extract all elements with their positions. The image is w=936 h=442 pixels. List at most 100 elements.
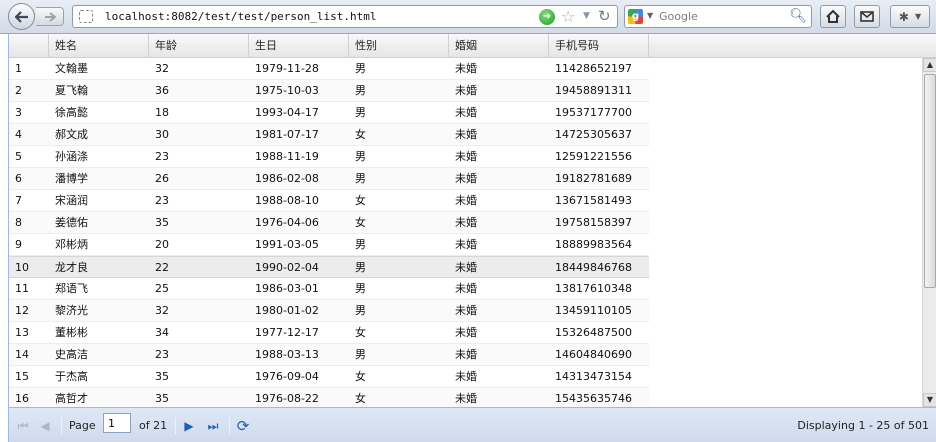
back-button[interactable] <box>8 3 35 30</box>
scroll-thumb[interactable] <box>924 74 936 288</box>
reload-icon[interactable]: ↻ <box>598 7 611 25</box>
gender-cell: 女 <box>355 370 366 383</box>
row-number-cell: 13 <box>15 326 29 339</box>
birthday-cell: 1976-08-22 <box>255 392 319 405</box>
vertical-scrollbar[interactable]: ▲ ▼ <box>922 58 936 407</box>
table-row[interactable]: 4 郝文成 30 1981-07-17 女 未婚 14725305637 <box>9 124 649 146</box>
table-row[interactable]: 9 邓彬炳 20 1991-03-05 男 未婚 18889983564 <box>9 234 649 256</box>
search-placeholder[interactable]: Google <box>659 10 698 23</box>
table-row[interactable]: 6 潘博学 26 1986-02-08 男 未婚 19182781689 <box>9 168 649 190</box>
search-bar[interactable]: g ▼ Google 🔍︎ <box>624 5 812 28</box>
name-cell: 于杰高 <box>55 370 88 383</box>
table-row[interactable]: 12 黎济光 32 1980-01-02 男 未婚 13459110105 <box>9 300 649 322</box>
row-number-cell: 10 <box>15 261 29 274</box>
birthday-cell: 1986-02-08 <box>255 172 319 185</box>
phone-cell: 13459110105 <box>555 304 632 317</box>
birthday-cell: 1988-11-19 <box>255 150 319 163</box>
separator <box>61 417 62 434</box>
name-cell: 潘博学 <box>55 172 88 185</box>
marital-cell: 未婚 <box>455 326 477 339</box>
phone-cell: 19537177700 <box>555 106 632 119</box>
birthday-cell: 1990-02-04 <box>255 261 319 274</box>
search-icon[interactable]: 🔍︎ <box>789 8 807 24</box>
gender-cell: 男 <box>355 238 366 251</box>
scroll-up-icon[interactable]: ▲ <box>923 58 936 72</box>
mail-button[interactable] <box>854 5 880 28</box>
table-row[interactable]: 8 姜德佑 35 1976-04-06 女 未婚 19758158397 <box>9 212 649 234</box>
name-cell: 徐高懿 <box>55 106 88 119</box>
separator <box>229 417 230 434</box>
marital-cell: 未婚 <box>455 172 477 185</box>
birthday-cell: 1981-07-17 <box>255 128 319 141</box>
mail-icon <box>860 11 874 22</box>
table-row[interactable]: 10 龙才良 22 1990-02-04 男 未婚 18449846768 <box>9 256 649 278</box>
header-gender[interactable]: 性别 <box>349 34 449 58</box>
engine-dropdown-icon[interactable]: ▼ <box>647 11 653 20</box>
name-cell: 董彬彬 <box>55 326 88 339</box>
extension-button[interactable]: ✱ ▼ <box>890 5 930 28</box>
table-row[interactable]: 2 夏飞翰 36 1975-10-03 男 未婚 19458891311 <box>9 80 649 102</box>
header-marital[interactable]: 婚姻 <box>449 34 549 58</box>
page-number-input[interactable] <box>103 413 131 433</box>
row-number-cell: 6 <box>15 172 22 185</box>
phone-cell: 19458891311 <box>555 84 632 97</box>
header-phone[interactable]: 手机号码 <box>549 34 649 58</box>
history-dropdown-icon[interactable]: ▼ <box>583 11 590 21</box>
gender-cell: 男 <box>355 150 366 163</box>
bookmark-star-icon[interactable]: ☆ <box>561 7 575 26</box>
table-row[interactable]: 15 于杰高 35 1976-09-04 女 未婚 14313473154 <box>9 366 649 388</box>
table-row[interactable]: 3 徐高懿 18 1993-04-17 男 未婚 19537177700 <box>9 102 649 124</box>
name-cell: 夏飞翰 <box>55 84 88 97</box>
table-row[interactable]: 13 董彬彬 34 1977-12-17 女 未婚 15326487500 <box>9 322 649 344</box>
marital-cell: 未婚 <box>455 62 477 75</box>
row-number-cell: 9 <box>15 238 22 251</box>
next-page-icon[interactable]: ▶ <box>181 418 197 434</box>
marital-cell: 未婚 <box>455 194 477 207</box>
site-identity-icon[interactable] <box>79 10 93 23</box>
birthday-cell: 1980-01-02 <box>255 304 319 317</box>
marital-cell: 未婚 <box>455 216 477 229</box>
first-page-icon[interactable]: ⏮ <box>15 418 31 434</box>
table-row[interactable]: 1 文翰墨 32 1979-11-28 男 未婚 11428652197 <box>9 58 649 80</box>
marital-cell: 未婚 <box>455 150 477 163</box>
person-grid: 姓名 年龄 生日 性别 婚姻 手机号码 1 文翰墨 32 1979-11-28 男未婚 1… <box>8 34 936 442</box>
home-button[interactable] <box>820 5 846 28</box>
address-bar[interactable]: localhost:8082/test/test/person_list.htm… <box>72 5 618 28</box>
table-row[interactable]: 16 高哲才 35 1976-08-22 女 未婚 15435635746 <box>9 388 649 407</box>
header-name[interactable]: 姓名 <box>49 34 149 58</box>
birthday-cell: 1993-04-17 <box>255 106 319 119</box>
row-number-cell: 5 <box>15 150 22 163</box>
age-cell: 20 <box>155 238 169 251</box>
scroll-down-icon[interactable]: ▼ <box>923 393 936 407</box>
last-page-icon[interactable]: ⏭ <box>205 418 221 434</box>
name-cell: 文翰墨 <box>55 62 88 75</box>
table-row[interactable]: 11 郑语飞 25 1986-03-01 男 未婚 13817610348 <box>9 278 649 300</box>
header-birthday[interactable]: 生日 <box>249 34 349 58</box>
gender-cell: 女 <box>355 326 366 339</box>
table-row[interactable]: 14 史高洁 23 1988-03-13 男 未婚 14604840690 <box>9 344 649 366</box>
age-cell: 30 <box>155 128 169 141</box>
prev-page-icon[interactable]: ◀ <box>37 418 53 434</box>
header-age[interactable]: 年龄 <box>149 34 249 58</box>
age-cell: 32 <box>155 304 169 317</box>
go-icon[interactable]: ➜ <box>539 9 555 25</box>
gender-cell: 女 <box>355 194 366 207</box>
gender-cell: 女 <box>355 128 366 141</box>
table-row[interactable]: 5 孙涵涤 23 1988-11-19 男 未婚 12591221556 <box>9 146 649 168</box>
google-engine-icon[interactable]: g <box>628 9 643 24</box>
row-number-cell: 1 <box>15 62 22 75</box>
display-info: Displaying 1 - 25 of 501 <box>797 419 929 432</box>
phone-cell: 19758158397 <box>555 216 632 229</box>
age-cell: 23 <box>155 150 169 163</box>
refresh-icon[interactable]: ⟳ <box>235 418 251 434</box>
age-cell: 35 <box>155 392 169 405</box>
name-cell: 黎济光 <box>55 304 88 317</box>
forward-button[interactable] <box>36 7 64 26</box>
table-row[interactable]: 7 宋涵润 23 1988-08-10 女 未婚 13671581493 <box>9 190 649 212</box>
forward-arrow-icon <box>44 11 56 22</box>
name-cell: 龙才良 <box>55 261 88 274</box>
dropdown-icon: ▼ <box>914 12 922 21</box>
url-text[interactable]: localhost:8082/test/test/person_list.htm… <box>105 10 377 23</box>
name-cell: 高哲才 <box>55 392 88 405</box>
page-label: Page <box>69 419 96 432</box>
